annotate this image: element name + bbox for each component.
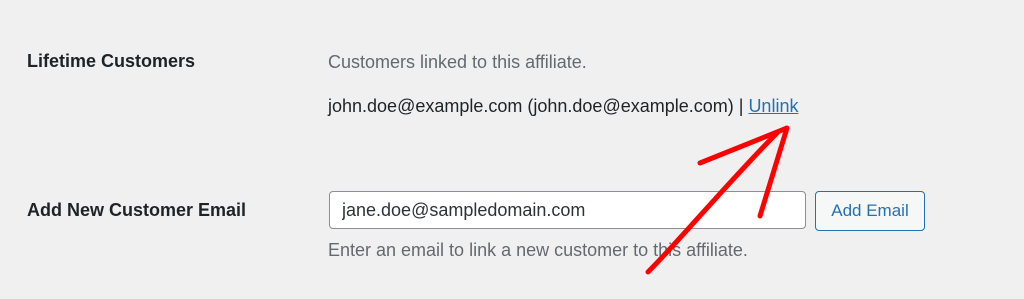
add-email-help-text: Enter an email to link a new customer to… bbox=[328, 240, 748, 260]
add-customer-email-label: Add New Customer Email bbox=[27, 200, 247, 220]
separator: | bbox=[733, 96, 749, 116]
linked-customer-email: john.doe@example.com (john.doe@example.c… bbox=[328, 96, 734, 116]
customer-email-input[interactable] bbox=[329, 191, 806, 229]
lifetime-customers-label: Lifetime Customers bbox=[27, 51, 196, 71]
lifetime-customers-description: Customers linked to this affiliate. bbox=[328, 52, 587, 72]
unlink-link[interactable]: Unlink bbox=[748, 96, 798, 116]
linked-customer-row: john.doe@example.com (john.doe@example.c… bbox=[328, 96, 798, 117]
add-email-button[interactable]: Add Email bbox=[815, 191, 925, 231]
